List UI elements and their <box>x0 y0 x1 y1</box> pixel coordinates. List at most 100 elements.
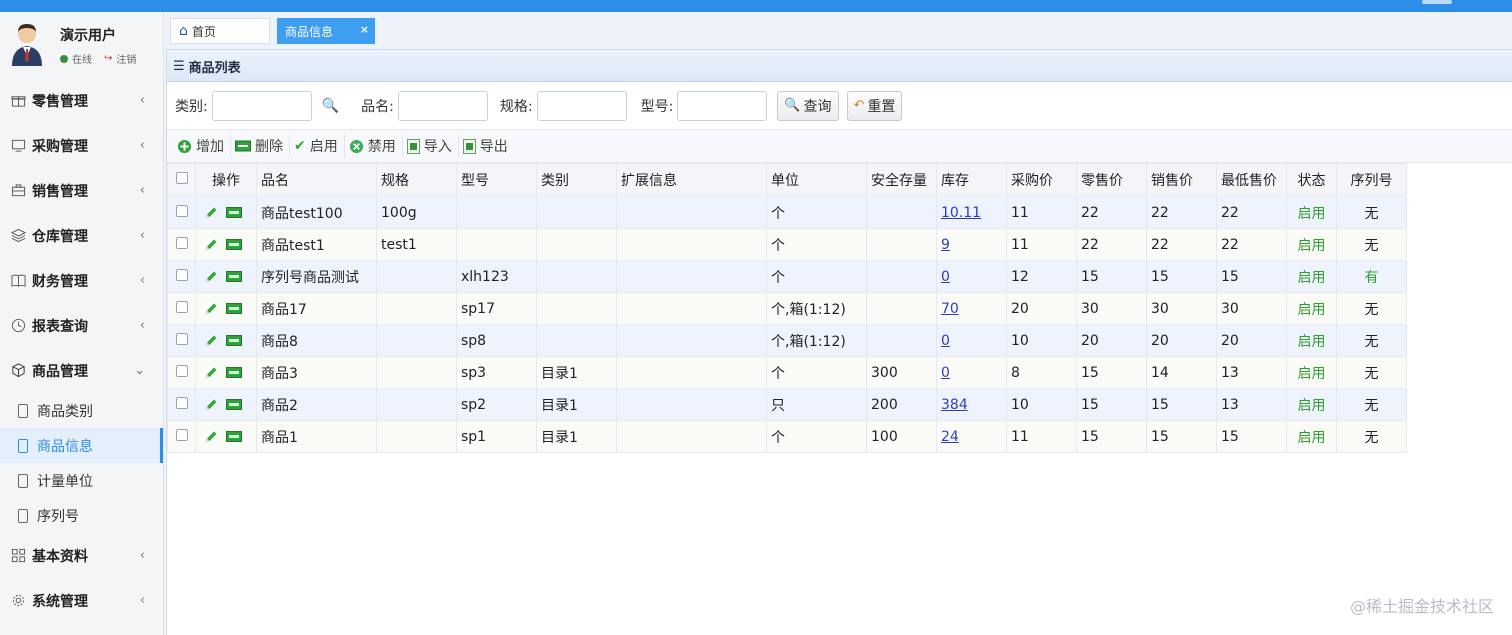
row-checkbox[interactable] <box>167 228 196 261</box>
edit-icon[interactable] <box>204 430 218 444</box>
import-label: 导入 <box>423 139 452 155</box>
col-header[interactable]: 零售价 <box>1076 163 1147 197</box>
stock-link[interactable]: 0 <box>941 333 950 349</box>
table-row[interactable]: 商品3 sp3 目录1 个 300 0 8 15 14 13 启用无 <box>167 356 1407 389</box>
cell-retail: 15 <box>1076 420 1147 453</box>
export-button[interactable]: 导出 <box>461 135 514 157</box>
table-row[interactable]: 商品2 sp2 目录1 只 200 384 10 15 15 13 启用无 <box>167 388 1407 421</box>
spec-input[interactable] <box>536 90 627 121</box>
view-icon[interactable] <box>226 399 242 410</box>
stock-link[interactable]: 0 <box>941 269 950 285</box>
cell-name: 序列号商品测试 <box>256 260 377 293</box>
col-header[interactable]: 采购价 <box>1006 163 1077 197</box>
sidebar: 演示用户 在线 ↪ 注销 零售管理 ‹ 采购管理 ‹ 销售管理 ‹ 仓库管理 ‹ 财务管… <box>0 12 164 635</box>
stock-link[interactable]: 10.11 <box>941 205 981 221</box>
col-header[interactable]: 最低售价 <box>1216 163 1287 197</box>
stock-link[interactable]: 384 <box>941 397 968 413</box>
sidebar-item-purchase[interactable]: 采购管理 ‹ <box>0 123 163 168</box>
col-header[interactable]: 状态 <box>1286 163 1337 197</box>
tab-product-info[interactable]: 商品信息 × <box>277 18 375 44</box>
submenu-item-product-info[interactable]: 商品信息 <box>0 428 163 463</box>
col-header[interactable]: 型号 <box>456 163 537 197</box>
row-checkbox[interactable] <box>167 196 196 229</box>
cell-sale: 22 <box>1146 196 1217 229</box>
sidebar-item-reports[interactable]: 报表查询 ‹ <box>0 303 163 348</box>
submenu-item-unit[interactable]: 计量单位 <box>0 463 163 498</box>
submenu-item-category[interactable]: 商品类别 <box>0 393 163 428</box>
logout-icon[interactable]: ↪ <box>104 53 112 64</box>
logout-link[interactable]: 注销 <box>116 51 136 66</box>
category-input[interactable] <box>211 90 312 121</box>
row-checkbox[interactable] <box>167 420 196 453</box>
sidebar-item-system[interactable]: 系统管理 ‹ <box>0 578 163 623</box>
table-row[interactable]: 商品17 sp17 个,箱(1:12) 70 20 30 30 30 启用无 <box>167 292 1407 325</box>
query-button[interactable]: 🔍 查询 <box>777 90 839 121</box>
add-button[interactable]: 增加 <box>175 135 231 157</box>
disable-button[interactable]: 禁用 <box>347 135 403 157</box>
sidebar-item-finance[interactable]: 财务管理 ‹ <box>0 258 163 303</box>
edit-icon[interactable] <box>204 398 218 412</box>
sidebar-item-products[interactable]: 商品管理 ⌄ <box>0 348 163 393</box>
view-icon[interactable] <box>226 271 242 282</box>
sidebar-item-sales[interactable]: 销售管理 ‹ <box>0 168 163 213</box>
cell-purchase: 12 <box>1006 260 1077 293</box>
edit-icon[interactable] <box>204 270 218 284</box>
table-row[interactable]: 商品test1 test1 个 9 11 22 22 22 启用无 <box>167 228 1407 261</box>
table-row[interactable]: 序列号商品测试 xlh123 个 0 12 15 15 15 启用有 <box>167 260 1407 293</box>
sidebar-item-retail[interactable]: 零售管理 ‹ <box>0 78 163 123</box>
view-icon[interactable] <box>226 207 242 218</box>
sidebar-item-warehouse[interactable]: 仓库管理 ‹ <box>0 213 163 258</box>
row-checkbox[interactable] <box>167 260 196 293</box>
stock-link[interactable]: 0 <box>941 365 950 381</box>
table-row[interactable]: 商品8 sp8 个,箱(1:12) 0 10 20 20 20 启用无 <box>167 324 1407 357</box>
cell-stock: 384 <box>936 388 1007 421</box>
col-header[interactable]: 扩展信息 <box>616 163 767 197</box>
col-header[interactable]: 单位 <box>766 163 867 197</box>
edit-icon[interactable] <box>204 366 218 380</box>
reset-button[interactable]: ↶ 重置 <box>846 90 903 121</box>
table-row[interactable]: 商品test100 100g 个 10.11 11 22 22 22 启用无 <box>167 196 1407 229</box>
delete-button[interactable]: 删除 <box>233 135 290 157</box>
import-button[interactable]: 导入 <box>405 135 459 157</box>
col-header[interactable]: 类别 <box>536 163 617 197</box>
name-input[interactable] <box>397 90 488 121</box>
row-checkbox[interactable] <box>167 356 196 389</box>
col-header[interactable]: 品名 <box>256 163 377 197</box>
tab-home[interactable]: ⌂ 首页 <box>170 18 270 44</box>
row-checkbox[interactable] <box>167 388 196 421</box>
edit-icon[interactable] <box>204 334 218 348</box>
edit-icon[interactable] <box>204 238 218 252</box>
grid-icon <box>10 548 26 564</box>
col-header[interactable]: 销售价 <box>1146 163 1217 197</box>
model-input[interactable] <box>677 90 768 121</box>
close-icon[interactable]: × <box>360 23 369 36</box>
stock-link[interactable]: 70 <box>941 301 959 317</box>
select-all-checkbox[interactable] <box>167 163 196 197</box>
row-checkbox[interactable] <box>167 324 196 357</box>
checkbox-icon <box>175 364 188 377</box>
col-header[interactable]: 安全存量 <box>866 163 937 197</box>
row-checkbox[interactable] <box>167 292 196 325</box>
view-icon[interactable] <box>226 303 242 314</box>
edit-icon[interactable] <box>204 206 218 220</box>
view-icon[interactable] <box>226 431 242 442</box>
online-label: 在线 <box>72 55 92 66</box>
view-icon[interactable] <box>226 367 242 378</box>
sidebar-item-basic-data[interactable]: 基本资料 ‹ <box>0 533 163 578</box>
view-icon[interactable] <box>226 335 242 346</box>
row-actions <box>195 324 257 357</box>
enable-button[interactable]: ✔ 启用 <box>292 135 345 157</box>
stock-link[interactable]: 9 <box>941 237 950 253</box>
edit-icon[interactable] <box>204 302 218 316</box>
col-header[interactable]: 规格 <box>376 163 457 197</box>
view-icon[interactable] <box>226 239 242 250</box>
search-icon[interactable]: 🔍 <box>322 98 339 114</box>
table-body: 商品test100 100g 个 10.11 11 22 22 22 启用无商品test1 tes… <box>167 196 1407 453</box>
cell-status: 启用 <box>1286 292 1337 325</box>
stock-link[interactable]: 24 <box>941 429 959 445</box>
table-row[interactable]: 商品1 sp1 目录1 个 100 24 11 15 15 15 启用无 <box>167 420 1407 453</box>
checkbox-icon <box>175 268 188 281</box>
col-header[interactable]: 库存 <box>936 163 1007 197</box>
submenu-item-serial[interactable]: 序列号 <box>0 498 163 533</box>
col-header[interactable]: 序列号 <box>1336 163 1407 197</box>
